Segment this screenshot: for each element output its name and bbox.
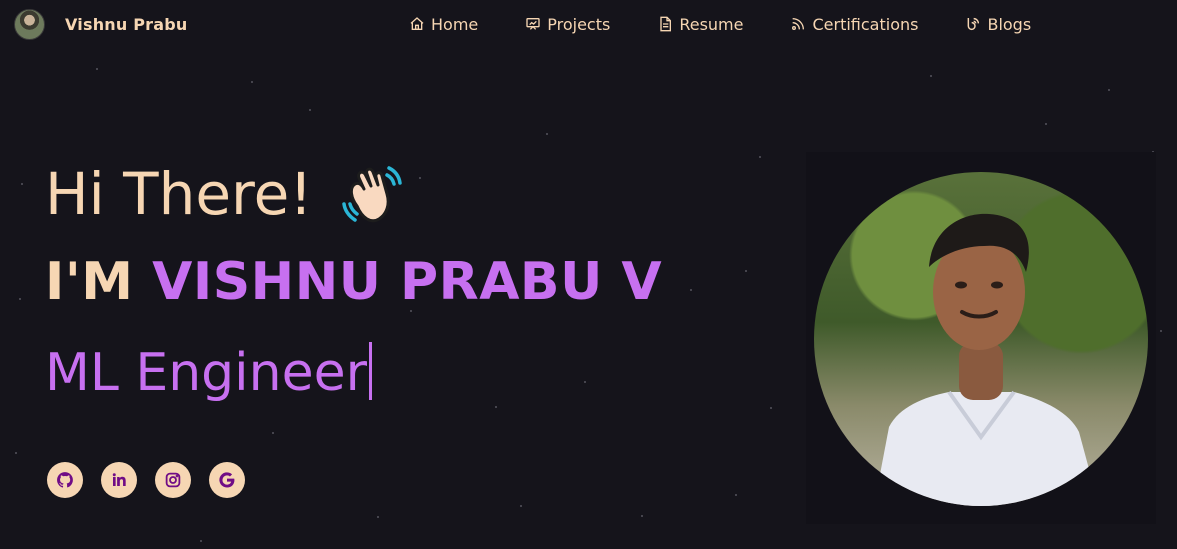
github-icon: [57, 472, 73, 488]
typewriter-cursor: [368, 342, 372, 400]
nav-menu: Home Projects Resume Certifications Blog…: [409, 0, 1078, 48]
name-text: VISHNU PRABU V: [152, 252, 663, 312]
profile-photo: [814, 172, 1148, 506]
projects-icon: [526, 18, 540, 30]
brand-avatar: [14, 9, 45, 40]
github-link[interactable]: [47, 462, 83, 498]
blogs-icon: [968, 17, 980, 31]
instagram-icon: [165, 472, 181, 488]
nav-item-resume[interactable]: Resume: [657, 15, 743, 34]
certifications-icon: [792, 18, 805, 30]
linkedin-link[interactable]: [101, 462, 137, 498]
google-icon: [219, 472, 235, 488]
nav-item-blogs[interactable]: Blogs: [965, 15, 1031, 34]
brand[interactable]: Vishnu Prabu: [14, 9, 188, 40]
profile-photo-illustration: [874, 213, 1099, 506]
social-links: [47, 462, 263, 498]
nav-item-projects[interactable]: Projects: [525, 15, 610, 34]
hero-name: I'M VISHNU PRABU V: [45, 252, 662, 312]
role-typewriter-text: ML Engineer: [45, 343, 367, 403]
nav-label-certifications: Certifications: [812, 14, 919, 34]
nav-item-certifications[interactable]: Certifications: [790, 15, 918, 34]
nav-label-resume: Resume: [679, 14, 744, 34]
brand-name: Vishnu Prabu: [65, 15, 188, 34]
home-icon: [410, 17, 424, 30]
nav-label-projects: Projects: [547, 14, 611, 34]
hero-role: ML Engineer: [45, 342, 372, 403]
hero-greeting: Hi There!: [45, 158, 409, 230]
instagram-link[interactable]: [155, 462, 191, 498]
nav-item-home[interactable]: Home: [409, 15, 478, 34]
greeting-text: Hi There!: [45, 160, 313, 228]
linkedin-icon: [112, 473, 126, 486]
resume-icon: [660, 16, 672, 32]
nav-label-home: Home: [431, 14, 479, 34]
name-prefix: I'M: [45, 252, 134, 312]
waving-hand-icon: [341, 166, 402, 223]
navbar: Vishnu Prabu Home Projects Resume Certif…: [0, 0, 1177, 48]
google-link[interactable]: [209, 462, 245, 498]
nav-label-blogs: Blogs: [987, 14, 1032, 34]
